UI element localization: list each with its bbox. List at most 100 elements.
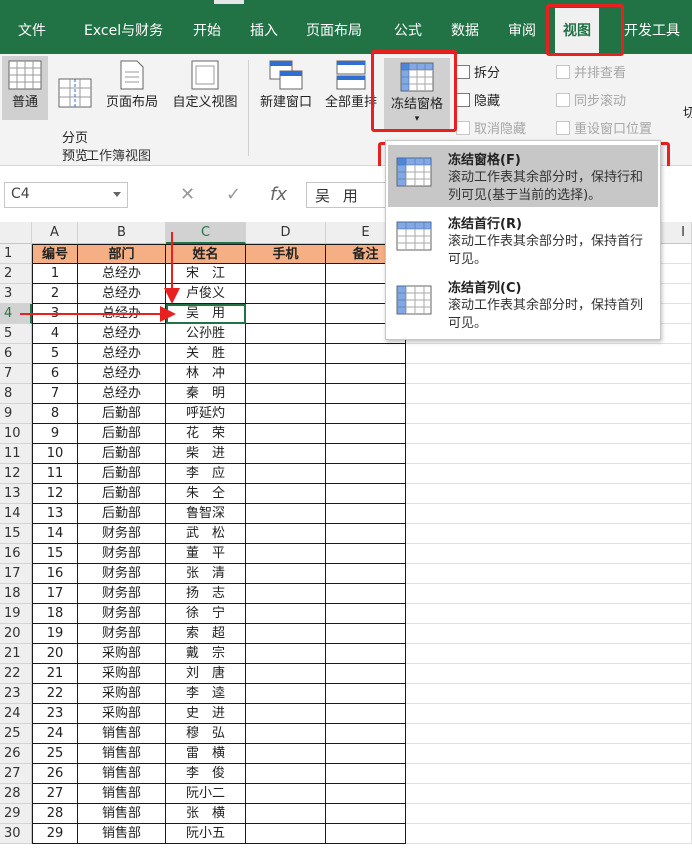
id-cell[interactable]: 9 [32,424,78,444]
tab-review[interactable]: 审阅 [508,20,536,40]
id-cell[interactable]: 7 [32,384,78,404]
name-cell[interactable]: 史 进 [166,704,246,724]
id-cell[interactable]: 3 [32,304,78,324]
id-cell[interactable]: 16 [32,564,78,584]
id-cell[interactable]: 15 [32,544,78,564]
dept-cell[interactable]: 采购部 [78,644,166,664]
empty-cell[interactable] [246,624,326,644]
empty-cell[interactable] [326,604,406,624]
dept-cell[interactable]: 销售部 [78,824,166,844]
dept-cell[interactable]: 财务部 [78,564,166,584]
empty-cell[interactable] [326,404,406,424]
new-window-button[interactable]: 新建窗口 [255,60,317,112]
empty-cell[interactable] [406,764,692,784]
empty-cell[interactable] [246,404,326,424]
enter-icon[interactable]: ✓ [226,184,241,205]
row-header[interactable]: 25 [0,724,32,744]
custom-view-button[interactable]: 自定义视图 [168,60,242,112]
empty-cell[interactable] [406,804,692,824]
empty-cell[interactable] [246,324,326,344]
empty-cell[interactable] [406,644,692,664]
empty-cell[interactable] [406,584,692,604]
id-cell[interactable]: 5 [32,344,78,364]
dept-cell[interactable]: 总经办 [78,304,166,324]
empty-cell[interactable] [406,564,692,584]
empty-cell[interactable] [326,644,406,664]
id-cell[interactable]: 24 [32,724,78,744]
empty-cell[interactable] [246,784,326,804]
empty-cell[interactable] [246,724,326,744]
dept-cell[interactable]: 总经办 [78,344,166,364]
id-cell[interactable]: 1 [32,264,78,284]
empty-cell[interactable] [406,544,692,564]
empty-cell[interactable] [326,824,406,844]
empty-cell[interactable] [326,584,406,604]
row-header[interactable]: 28 [0,784,32,804]
empty-cell[interactable] [246,264,326,284]
empty-cell[interactable] [406,824,692,844]
dept-cell[interactable]: 采购部 [78,704,166,724]
id-cell[interactable]: 11 [32,464,78,484]
name-cell[interactable]: 索 超 [166,624,246,644]
empty-cell[interactable] [406,404,692,424]
empty-cell[interactable] [246,584,326,604]
empty-cell[interactable] [246,804,326,824]
name-cell[interactable]: 扬 志 [166,584,246,604]
empty-cell[interactable] [246,384,326,404]
header-cell-phone[interactable]: 手机 [246,244,326,264]
empty-cell[interactable] [246,704,326,724]
empty-cell[interactable] [246,764,326,784]
dept-cell[interactable]: 采购部 [78,684,166,704]
empty-cell[interactable] [326,384,406,404]
empty-cell[interactable] [246,304,326,324]
chevron-down-icon[interactable] [113,192,121,197]
empty-cell[interactable] [246,564,326,584]
formula-input[interactable]: 吴 用 [306,182,386,208]
row-header[interactable]: 11 [0,444,32,464]
row-header[interactable]: 30 [0,824,32,844]
name-cell[interactable]: 秦 明 [166,384,246,404]
dept-cell[interactable]: 财务部 [78,584,166,604]
name-cell[interactable]: 雷 横 [166,744,246,764]
row-header[interactable]: 16 [0,544,32,564]
row-header[interactable]: 17 [0,564,32,584]
column-header-b[interactable]: B [78,222,166,244]
name-cell[interactable]: 徐 宁 [166,604,246,624]
empty-cell[interactable] [246,464,326,484]
name-cell[interactable]: 刘 唐 [166,664,246,684]
empty-cell[interactable] [406,484,692,504]
id-cell[interactable]: 28 [32,804,78,824]
id-cell[interactable]: 4 [32,324,78,344]
dept-cell[interactable]: 总经办 [78,264,166,284]
tab-home[interactable]: 开始 [193,20,221,40]
dept-cell[interactable]: 后勤部 [78,484,166,504]
row-header[interactable]: 19 [0,604,32,624]
empty-cell[interactable] [246,524,326,544]
tab-developer[interactable]: 开发工具 [624,20,680,40]
name-cell[interactable]: 宋 江 [166,264,246,284]
dept-cell[interactable]: 销售部 [78,764,166,784]
name-cell[interactable]: 李 应 [166,464,246,484]
hide-button[interactable]: 隐藏 [456,90,500,109]
header-cell-name[interactable]: 姓名 [166,244,246,264]
empty-cell[interactable] [406,504,692,524]
dept-cell[interactable]: 财务部 [78,524,166,544]
column-header-d[interactable]: D [246,222,326,244]
normal-view-button[interactable]: 普通 [2,56,48,120]
row-header[interactable]: 13 [0,484,32,504]
empty-cell[interactable] [246,664,326,684]
dept-cell[interactable]: 总经办 [78,284,166,304]
row-header[interactable]: 14 [0,504,32,524]
name-cell[interactable]: 柴 进 [166,444,246,464]
row-header[interactable]: 3 [0,284,32,304]
menu-item-freeze-top-row[interactable]: 冻结首行(R) 滚动工作表其余部分时，保持首行可见。 [388,209,658,271]
empty-cell[interactable] [246,604,326,624]
empty-cell[interactable] [246,544,326,564]
id-cell[interactable]: 26 [32,764,78,784]
row-header[interactable]: 22 [0,664,32,684]
tab-insert[interactable]: 插入 [250,20,278,40]
id-cell[interactable]: 17 [32,584,78,604]
empty-cell[interactable] [326,484,406,504]
cancel-icon[interactable]: ✕ [180,184,195,205]
id-cell[interactable]: 23 [32,704,78,724]
